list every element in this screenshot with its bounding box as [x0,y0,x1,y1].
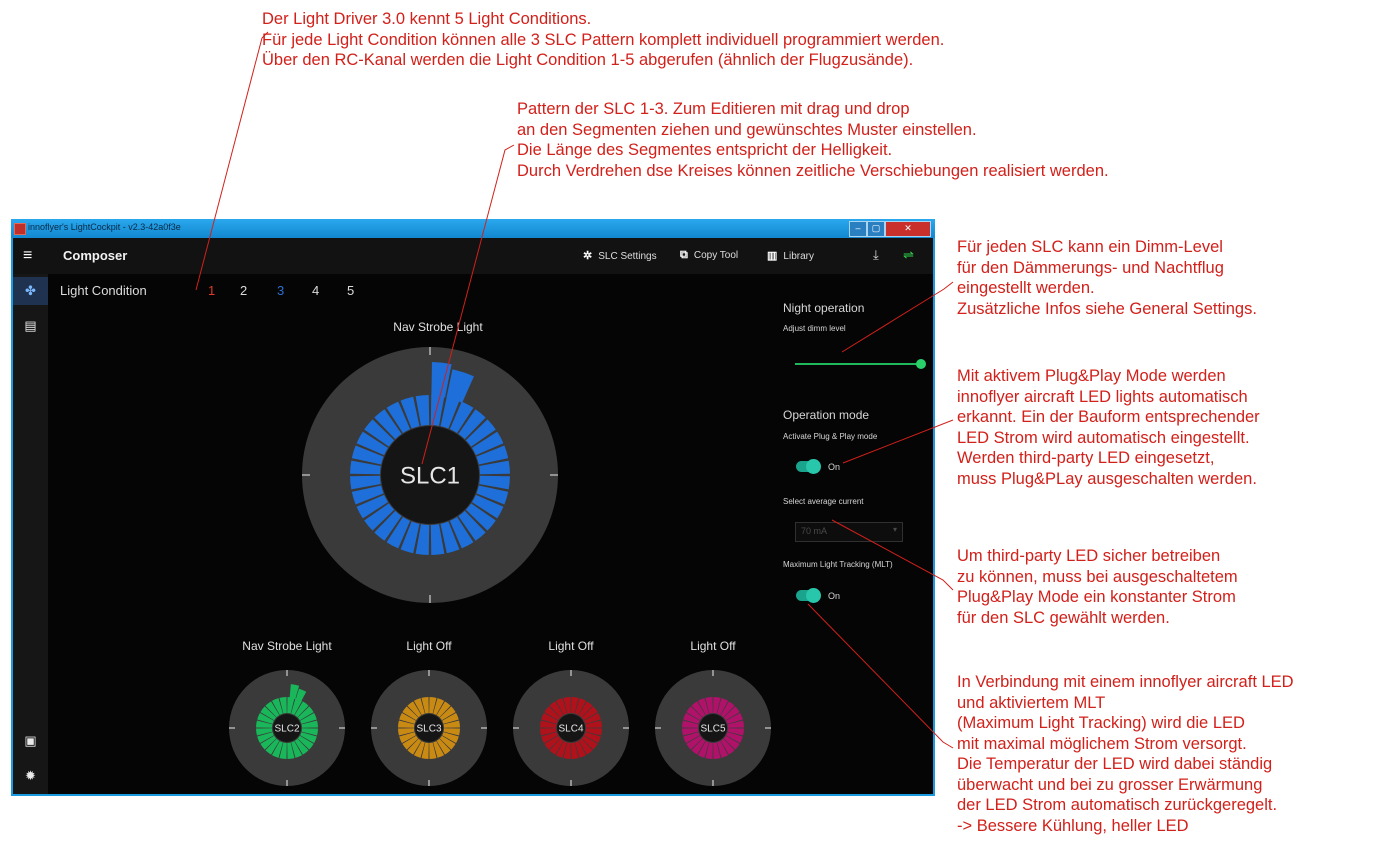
composer-main: Light Condition 1 2 3 4 5 Nav Strobe Lig… [48,274,933,794]
annotation-line: an den Segmenten ziehen und gewünschtes … [517,120,977,139]
annotation-line: eingestellt werden. [957,279,1095,297]
slc3-label: SLC3 [416,724,441,735]
slc5-label: SLC5 [700,724,725,735]
night-operation-heading: Night operation [783,301,865,315]
annotation-line: muss Plug&PLay ausgeschalten werden. [957,469,1257,488]
annotation-line: Plug&Play Mode ein konstanter Strom [957,588,1236,606]
chevron-down-icon: ▾ [892,525,897,534]
dimm-slider-thumb[interactable] [916,359,926,369]
library-label: Library [783,251,814,262]
toggle-knob [806,588,821,603]
annotation-line: für den SLC gewählt werden. [957,608,1170,627]
small-slc-circles: SLC2 SLC3 SLC4 SLC5 [229,670,771,786]
operation-mode-heading: Operation mode [783,408,870,422]
mlt-label: Maximum Light Tracking (MLT) [783,560,893,569]
select-current-label: Select average current [783,497,864,506]
page-title: Composer [63,248,128,263]
gears-icon: ✲ [583,250,593,262]
annotation-line: mit maximal möglichem Strom versorgt. [957,734,1247,753]
copy-tool-button[interactable]: ⧉ Copy Tool [680,249,738,262]
menu-icon[interactable]: ≡ [23,247,32,265]
fan-icon[interactable]: ✤ [13,277,48,305]
annotation-line: Zusätzliche Infos siehe General Settings… [957,299,1257,318]
slc2-title: Nav Strobe Light [242,639,332,653]
slc5-title: Light Off [690,639,736,653]
light-condition-tab-3[interactable]: 3 [277,283,284,298]
app-icon [14,223,26,235]
sidebar: ✤ ▤ ▣ ✹ [13,274,48,794]
download-icon[interactable]: ⤓ [873,247,879,263]
copy-tool-label: Copy Tool [693,250,739,261]
annotation-line: und aktiviertem MLT [957,693,1106,712]
annotation-line: zu können, muss bei ausgeschaltetem [957,567,1238,586]
activate-pnp-label: Activate Plug & Play mode [783,432,878,441]
annotation-line: überwacht und bei zu grosser Erwärmung [957,775,1263,794]
slc1-pattern-editor[interactable]: SLC1 [302,347,558,603]
mlt-toggle-state: On [828,591,841,601]
document-icon[interactable]: ▤ [13,312,48,340]
annotation-pattern: Pattern der SLC 1-3. Zum Editieren mit d… [517,99,1109,181]
annotation-line: -> Bessere Kühlung, heller LED [957,816,1189,835]
library-icon: ▥ [767,250,778,262]
annotation-line: Die Länge des Segmentes entspricht der H… [517,141,893,159]
annotation-line: erkannt. Ein der Bauform entsprechender [957,408,1260,426]
annotation-line: LED Strom wird automatisch eingestellt. [957,428,1250,447]
pnp-toggle-state: On [828,462,841,472]
slc4-label: SLC4 [558,724,583,735]
current-select[interactable]: 70 mA ▾ [795,522,903,542]
annotation-line: Für jede Light Condition können alle 3 S… [262,30,945,49]
maximize-button[interactable]: ▢ [867,221,885,237]
main-circle-title: Nav Strobe Light [393,320,483,334]
slc-settings-label: SLC Settings [598,251,657,262]
annotation-line: Mit aktivem Plug&Play Mode werden [957,367,1226,385]
adjust-dimm-label: Adjust dimm level [783,324,846,333]
close-button[interactable]: ✕ [885,221,931,237]
light-condition-tab-4[interactable]: 4 [312,283,319,298]
annotation-line: Für jeden SLC kann ein Dimm-Level [957,238,1223,256]
current-select-value: 70 mA [801,526,828,536]
save-icon[interactable]: ▣ [13,727,48,755]
annotation-line: Der Light Driver 3.0 kennt 5 Light Condi… [262,10,592,28]
copy-icon: ⧉ [680,249,688,261]
usb-icon[interactable]: ⇌ [903,247,914,263]
light-condition-tab-1[interactable]: 1 [208,283,215,298]
slc-settings-button[interactable]: ✲ SLC Settings [583,249,657,262]
annotation-line: (Maximum Light Tracking) wird die LED [957,714,1245,732]
annotation-line: der LED Strom automatisch zurückgeregelt… [957,796,1278,814]
annotation-third-party: Um third-party LED sicher betreiben zu k… [957,546,1238,628]
mlt-toggle[interactable] [796,588,821,603]
window-titlebar[interactable]: innoflyer's LightCockpit - v2.3-42a0f3e … [11,219,935,238]
light-condition-tab-2[interactable]: 2 [240,283,247,298]
toggle-knob [806,459,821,474]
app-window: innoflyer's LightCockpit - v2.3-42a0f3e … [11,219,935,796]
library-button[interactable]: ▥ Library [767,249,814,262]
annotation-line: Die Temperatur der LED wird dabei ständi… [957,755,1273,773]
app-toolbar: ≡ Composer ✲ SLC Settings ⧉ Copy Tool ▥ Lib… [13,238,933,274]
annotation-line: innoflyer aircraft LED lights automatisc… [957,387,1248,406]
light-condition-tab-5[interactable]: 5 [347,283,354,298]
annotation-line: In Verbindung mit einem innoflyer aircra… [957,673,1294,691]
dimm-slider-track[interactable] [795,363,921,365]
slc3-title: Light Off [406,639,452,653]
window-title: innoflyer's LightCockpit - v2.3-42a0f3e [28,222,181,232]
slc4-title: Light Off [548,639,594,653]
annotation-light-conditions: Der Light Driver 3.0 kennt 5 Light Condi… [262,9,944,71]
annotation-line: Pattern der SLC 1-3. Zum Editieren mit d… [517,100,910,118]
annotation-line: für den Dämmerungs- und Nachtflug [957,258,1224,277]
annotation-line: Werden third-party LED eingesetzt, [957,449,1215,467]
light-condition-label: Light Condition [60,283,147,298]
annotation-line: Über den RC-Kanal werden die Light Condi… [262,51,914,69]
gear-icon[interactable]: ✹ [13,762,48,790]
annotation-plug-and-play: Mit aktivem Plug&Play Mode werden innofl… [957,366,1260,489]
slc2-label: SLC2 [274,724,299,735]
pnp-toggle[interactable] [796,459,821,474]
annotation-mlt: In Verbindung mit einem innoflyer aircra… [957,672,1294,836]
slc1-label: SLC1 [400,462,460,489]
annotation-dimm: Für jeden SLC kann ein Dimm-Level für de… [957,237,1257,319]
annotation-line: Durch Verdrehen dse Kreises können zeitl… [517,161,1109,180]
annotation-line: Um third-party LED sicher betreiben [957,547,1221,565]
minimize-button[interactable]: – [849,221,867,237]
